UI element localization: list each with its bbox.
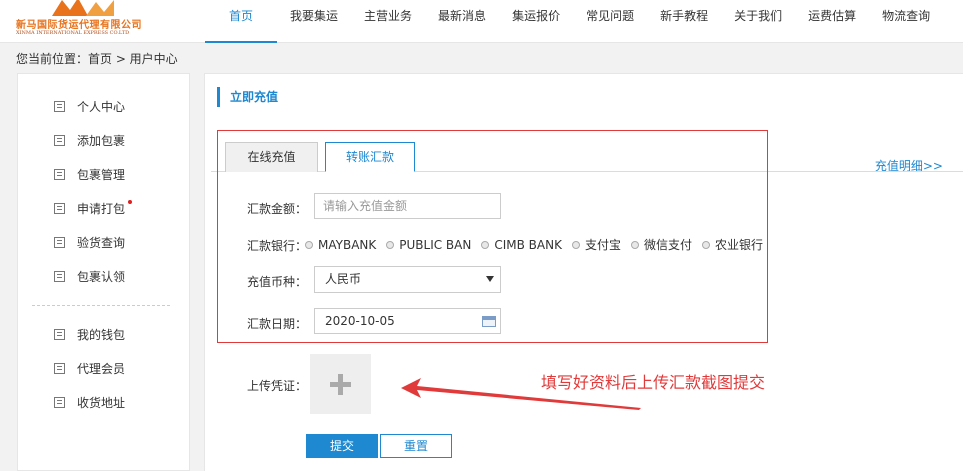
notification-dot	[128, 199, 133, 204]
nav-item-consolidation[interactable]: 我要集运	[277, 0, 351, 43]
logo-cn-text: 新马国际货运代理有限公司	[16, 20, 142, 31]
header: 新马国际货运代理有限公司 XINMA INTERNATIONAL EXPRESS…	[0, 0, 963, 43]
upload-voucher-button[interactable]	[310, 354, 371, 414]
sidebar-item-inspection[interactable]: 验货查询	[54, 232, 125, 252]
annotation-text: 填写好资料后上传汇款截图提交	[541, 373, 766, 392]
sidebar-item-label: 验货查询	[77, 235, 126, 250]
list-icon	[54, 100, 65, 112]
breadcrumb: 您当前位置：首页 > 用户中心	[16, 52, 178, 66]
submit-button[interactable]: 提交	[306, 434, 378, 458]
sidebar: 个人中心 添加包裹 包裹管理 申请打包 验货查询 包裹认领 我的钱包 代理会员 …	[17, 73, 190, 471]
upload-label: 上传凭证：	[247, 379, 308, 393]
nav-item-tracking[interactable]: 物流查询	[869, 0, 943, 43]
logo-en-text: XINMA INTERNATIONAL EXPRESS CO.LTD	[16, 30, 130, 36]
nav-item-faq[interactable]: 常见问题	[573, 0, 647, 43]
sidebar-item-profile[interactable]: 个人中心	[54, 96, 125, 116]
nav-item-news[interactable]: 最新消息	[425, 0, 499, 43]
nav-item-freight-estimate[interactable]: 运费估算	[795, 0, 869, 43]
sidebar-item-label: 添加包裹	[77, 133, 126, 148]
sidebar-item-parcel-management[interactable]: 包裹管理	[54, 164, 125, 184]
sidebar-item-label: 包裹管理	[77, 167, 126, 182]
sidebar-item-agent-member[interactable]: 代理会员	[54, 358, 125, 378]
list-icon	[54, 362, 65, 374]
sidebar-item-text: 申请打包	[77, 201, 126, 216]
sidebar-item-apply-packing[interactable]: 申请打包	[54, 198, 133, 218]
sidebar-item-label: 代理会员	[77, 361, 126, 376]
list-icon	[54, 328, 65, 340]
list-icon	[54, 270, 65, 282]
logo-mark-icon	[52, 0, 114, 16]
highlight-box	[217, 130, 768, 343]
sidebar-item-label: 我的钱包	[77, 327, 126, 342]
section-title: 立即充值	[217, 87, 278, 107]
main-panel: 立即充值 充值明细>> 在线充值 转账汇款 汇款金额： 汇款银行： MAYBAN…	[204, 73, 963, 471]
sidebar-item-label: 收货地址	[77, 395, 126, 410]
nav-item-about[interactable]: 关于我们	[721, 0, 795, 43]
sidebar-item-add-parcel[interactable]: 添加包裹	[54, 130, 125, 150]
sidebar-item-parcel-claim[interactable]: 包裹认领	[54, 266, 125, 286]
list-icon	[54, 168, 65, 180]
sidebar-item-wallet[interactable]: 我的钱包	[54, 324, 125, 344]
nav-item-quote[interactable]: 集运报价	[499, 0, 573, 43]
nav-item-tutorial[interactable]: 新手教程	[647, 0, 721, 43]
reset-button[interactable]: 重置	[380, 434, 452, 458]
list-icon	[54, 202, 65, 214]
list-icon	[54, 236, 65, 248]
sidebar-item-label: 申请打包	[77, 199, 133, 217]
logo[interactable]: 新马国际货运代理有限公司 XINMA INTERNATIONAL EXPRESS…	[16, 0, 156, 40]
main-nav: 首页 我要集运 主营业务 最新消息 集运报价 常见问题 新手教程 关于我们 运费…	[205, 0, 943, 43]
plus-icon-vertical	[338, 374, 343, 395]
list-icon	[54, 396, 65, 408]
list-icon	[54, 134, 65, 146]
sidebar-item-label: 个人中心	[77, 99, 126, 114]
sidebar-item-label: 包裹认领	[77, 269, 126, 284]
nav-item-home[interactable]: 首页	[205, 0, 278, 43]
nav-item-business[interactable]: 主营业务	[351, 0, 425, 43]
sidebar-divider	[32, 305, 170, 306]
sidebar-item-address[interactable]: 收货地址	[54, 392, 125, 412]
